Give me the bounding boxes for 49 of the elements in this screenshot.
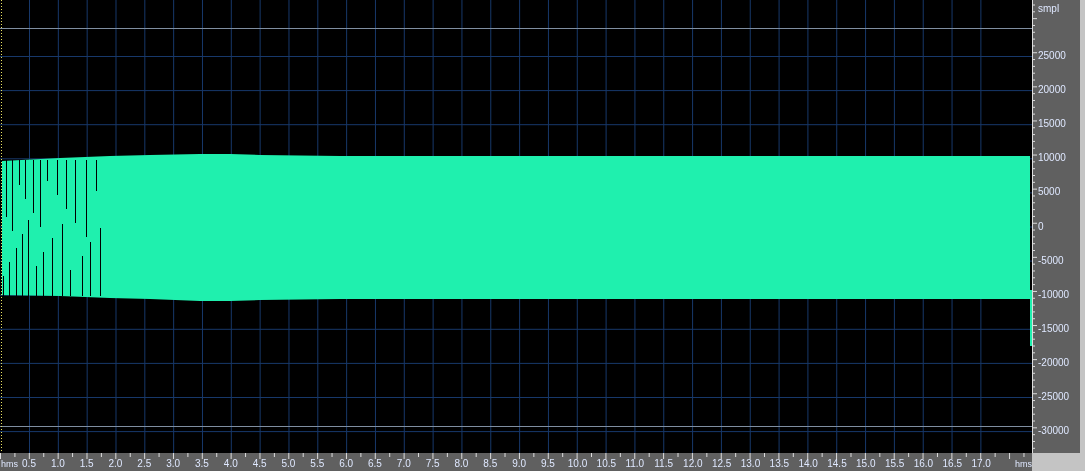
time-label: 4.5 — [251, 458, 268, 470]
amplitude-label: 0 — [1038, 219, 1044, 234]
time-label: 11.5 — [654, 458, 673, 470]
time-unit-label: hms — [1015, 458, 1032, 470]
time-label: 7.5 — [424, 458, 441, 470]
time-label: 14.5 — [827, 458, 846, 470]
time-label: 12.0 — [683, 458, 702, 470]
amplitude-label: 15000 — [1038, 117, 1066, 132]
amplitude-label: -30000 — [1038, 424, 1070, 439]
time-label: 14.0 — [798, 458, 817, 470]
time-label: 5.0 — [280, 458, 297, 470]
time-label: 8.0 — [453, 458, 470, 470]
time-label: 9.5 — [540, 458, 556, 470]
time-label: 6.0 — [338, 458, 355, 470]
time-label: 4.0 — [222, 458, 239, 470]
time-label: 0.5 — [21, 458, 37, 470]
time-label: 16.0 — [913, 458, 932, 470]
time-label: 3.5 — [194, 458, 210, 470]
time-label: 17.0 — [971, 458, 990, 470]
amplitude-label: -20000 — [1038, 355, 1070, 370]
time-label: 8.5 — [482, 458, 499, 470]
time-label: 13.5 — [769, 458, 788, 470]
time-label: 15.0 — [856, 458, 875, 470]
time-label: 13.0 — [740, 458, 759, 470]
time-label: 16.5 — [942, 458, 961, 470]
time-label: 2.5 — [136, 458, 153, 470]
amplitude-label: 20000 — [1038, 83, 1066, 98]
time-label: 12.5 — [711, 458, 730, 470]
time-label: 3.0 — [165, 458, 182, 470]
amplitude-label: -5000 — [1038, 253, 1064, 268]
time-label: 5.5 — [309, 458, 326, 470]
amplitude-label: -10000 — [1038, 287, 1070, 302]
amplitude-label: 10000 — [1038, 151, 1066, 166]
amplitude-label: 5000 — [1038, 185, 1061, 200]
time-label: 10.5 — [596, 458, 615, 470]
time-unit-label: hms — [1, 458, 18, 470]
time-label: 1.5 — [78, 458, 95, 470]
time-label: 11.0 — [625, 458, 644, 470]
time-label: 6.5 — [367, 458, 383, 470]
time-label: 2.0 — [107, 458, 124, 470]
time-label: 10.0 — [567, 458, 586, 470]
time-label: 1.0 — [49, 458, 66, 470]
time-label: 9.0 — [511, 458, 528, 470]
amplitude-unit-label: smpl — [1038, 2, 1060, 16]
amplitude-label: -25000 — [1038, 390, 1070, 404]
time-label: 15.5 — [884, 458, 903, 470]
time-label: 7.0 — [395, 458, 412, 470]
amplitude-label: 25000 — [1038, 49, 1066, 63]
amplitude-label: -15000 — [1038, 321, 1070, 336]
